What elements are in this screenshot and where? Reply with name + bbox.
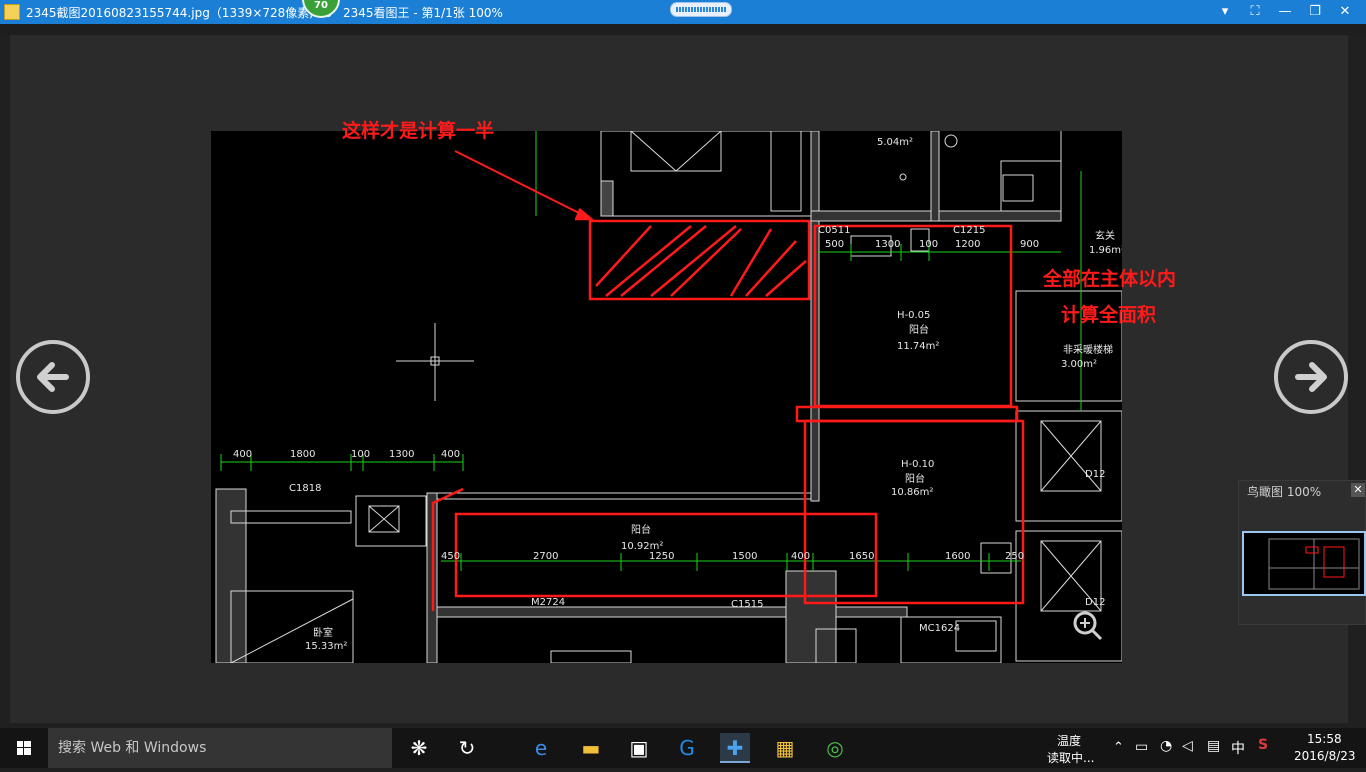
svg-text:C0511: C0511: [818, 225, 850, 236]
windows-logo-icon: [17, 741, 31, 755]
title-bar: 2345截图20160823155744.jpg（1339×728像素, 75 …: [0, 0, 1366, 24]
svg-text:C1818: C1818: [289, 483, 321, 494]
store-icon[interactable]: ▣: [624, 733, 654, 763]
svg-text:10.92m²: 10.92m²: [621, 541, 663, 552]
sogou-ime-icon[interactable]: S: [1258, 737, 1268, 753]
notification-icon[interactable]: ▤: [1207, 738, 1220, 754]
arrow-right-icon: [1295, 362, 1327, 392]
minimize-button[interactable]: —: [1273, 2, 1297, 22]
progress-fill: [676, 7, 726, 12]
svg-text:450: 450: [441, 551, 460, 562]
navigator-label: 鸟瞰图 100%: [1247, 485, 1322, 499]
svg-text:阳台: 阳台: [909, 323, 929, 336]
annotation-half-area: 这样才是计算一半: [342, 120, 495, 142]
loading-progress: [670, 2, 732, 17]
svg-text:M2724: M2724: [531, 597, 565, 608]
svg-text:11.74m²: 11.74m²: [897, 341, 939, 352]
svg-text:1300: 1300: [875, 239, 900, 250]
fullscreen-icon[interactable]: ⛶: [1243, 2, 1267, 22]
svg-text:1.96m²: 1.96m²: [1089, 245, 1122, 256]
weather-label[interactable]: 温度: [1057, 732, 1081, 749]
file-explorer-icon[interactable]: ▬: [576, 733, 606, 763]
svg-text:15.33m²: 15.33m²: [305, 641, 347, 652]
image-viewer-icon[interactable]: ▦: [770, 733, 800, 763]
svg-text:1650: 1650: [849, 551, 874, 562]
previous-image-button[interactable]: [16, 340, 90, 414]
start-button[interactable]: [0, 728, 48, 768]
taskbar: 搜索 Web 和 Windows ❋ ↻ e ▬ ▣ G ✚ ▦ ◎ 温度 读取…: [0, 728, 1366, 768]
close-button[interactable]: ✕: [1333, 2, 1357, 22]
volume-icon[interactable]: ◁: [1182, 738, 1193, 754]
ime-indicator[interactable]: 中: [1231, 738, 1245, 758]
svg-text:H-0.10: H-0.10: [901, 459, 934, 470]
svg-text:阳台: 阳台: [905, 472, 925, 485]
search-input[interactable]: 搜索 Web 和 Windows: [48, 728, 392, 768]
browser-2345-icon[interactable]: ↻: [452, 733, 482, 763]
svg-text:1250: 1250: [649, 551, 674, 562]
zoom-icon: [1073, 611, 1103, 641]
svg-text:1200: 1200: [955, 239, 980, 250]
svg-text:1800: 1800: [290, 449, 315, 460]
app-icon: [4, 4, 20, 20]
svg-text:3.00m²: 3.00m²: [1061, 359, 1097, 370]
svg-text:阳台: 阳台: [631, 523, 651, 536]
weather-status[interactable]: 读取中...: [1047, 749, 1094, 766]
svg-text:C1215: C1215: [953, 225, 985, 236]
battery-icon[interactable]: ▭: [1135, 739, 1148, 755]
svg-text:5.04m²: 5.04m²: [877, 137, 913, 148]
svg-text:H-0.05: H-0.05: [897, 310, 930, 321]
svg-text:100: 100: [919, 239, 938, 250]
next-image-button[interactable]: [1274, 340, 1348, 414]
toolbar-strip: [0, 24, 1366, 35]
svg-text:2700: 2700: [533, 551, 558, 562]
update-icon[interactable]: ◎: [820, 733, 850, 763]
svg-text:400: 400: [233, 449, 252, 460]
task-view-icon[interactable]: ❋: [404, 733, 434, 763]
clock-date[interactable]: 2016/8/23: [1294, 749, 1356, 763]
edge-icon[interactable]: e: [526, 733, 556, 763]
dropdown-icon[interactable]: ▾: [1213, 2, 1237, 22]
svg-text:玄关: 玄关: [1095, 229, 1115, 242]
chevron-up-icon[interactable]: ⌃: [1113, 740, 1124, 755]
svg-text:D12: D12: [1085, 597, 1105, 608]
browser-g-icon[interactable]: G: [672, 733, 702, 763]
svg-text:卧室: 卧室: [313, 626, 333, 639]
screenshot-tool-icon[interactable]: ✚: [720, 733, 750, 763]
svg-text:10.86m²: 10.86m²: [891, 487, 933, 498]
arrow-left-icon: [37, 362, 69, 392]
svg-text:400: 400: [441, 449, 460, 460]
svg-text:400: 400: [791, 551, 810, 562]
svg-text:C1515: C1515: [731, 599, 763, 610]
navigator-thumbnail[interactable]: [1242, 531, 1366, 596]
svg-text:MC1624: MC1624: [919, 623, 960, 634]
svg-text:1500: 1500: [732, 551, 757, 562]
svg-text:500: 500: [825, 239, 844, 250]
window-title-suffix: 2345看图王 - 第1/1张 100%: [343, 6, 503, 20]
svg-text:D12: D12: [1085, 469, 1105, 480]
window-title: 2345截图20160823155744.jpg（1339×728像素, 75: [26, 6, 333, 20]
cad-floor-plan-image: 400 1800 100 1300 400 500 1300 100 1200 …: [211, 131, 1122, 663]
clock-time[interactable]: 15:58: [1307, 732, 1342, 746]
annotation-full-area-line2: 计算全面积: [1061, 304, 1157, 326]
svg-text:非采暖楼梯: 非采暖楼梯: [1063, 343, 1113, 356]
floor-plan-drawing: 400 1800 100 1300 400 500 1300 100 1200 …: [215, 131, 1122, 663]
restore-button[interactable]: ❐: [1303, 2, 1327, 22]
navigator-close-button[interactable]: ✕: [1351, 483, 1365, 497]
svg-text:100: 100: [351, 449, 370, 460]
svg-text:1600: 1600: [945, 551, 970, 562]
wifi-icon[interactable]: ◔: [1160, 738, 1172, 754]
navigator-panel: 鸟瞰图 100% ✕: [1238, 480, 1366, 625]
svg-text:900: 900: [1020, 239, 1039, 250]
svg-text:250: 250: [1005, 551, 1024, 562]
svg-text:1300: 1300: [389, 449, 414, 460]
annotation-full-area-line1: 全部在主体以内: [1043, 268, 1177, 290]
